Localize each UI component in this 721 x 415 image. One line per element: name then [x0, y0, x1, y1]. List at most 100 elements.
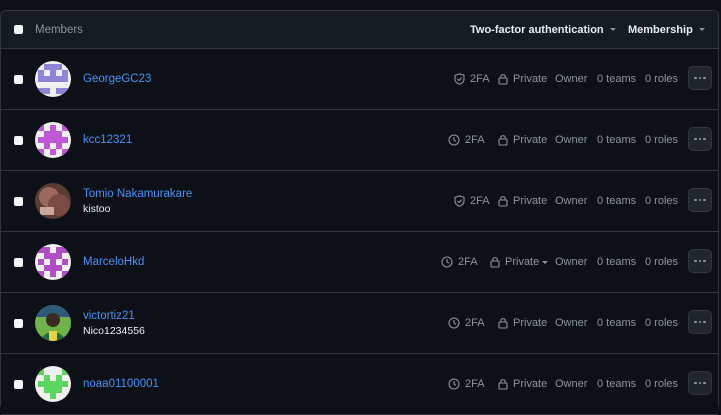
- visibility-status[interactable]: Private: [490, 232, 549, 292]
- kebab-dot: [694, 76, 697, 80]
- clock-icon: [448, 134, 460, 146]
- membership-filter-label: Membership: [628, 23, 693, 36]
- lock-icon: [498, 135, 508, 146]
- member-login-link[interactable]: victortiz21: [83, 310, 145, 322]
- role-label: Owner: [555, 134, 588, 146]
- kebab-dot: [703, 320, 706, 324]
- kebab-dot: [694, 198, 697, 202]
- teams-label: 0 teams: [597, 195, 637, 207]
- roles-label: 0 roles: [645, 134, 679, 146]
- visibility-label: Private: [513, 195, 548, 207]
- roles-label: 0 roles: [645, 256, 679, 268]
- roles-count[interactable]: 0 roles: [645, 232, 678, 292]
- member-checkbox[interactable]: [14, 136, 23, 145]
- avatar[interactable]: [35, 366, 71, 402]
- chevron-down-icon: [698, 28, 705, 31]
- member-checkbox[interactable]: [14, 258, 23, 267]
- member-login-link[interactable]: MarceloHkd: [83, 256, 144, 268]
- roles-label: 0 roles: [645, 317, 679, 329]
- more-options-button[interactable]: [688, 310, 712, 334]
- lock-icon: [498, 318, 508, 329]
- roles-count[interactable]: 0 roles: [645, 49, 678, 109]
- chevron-down-icon[interactable]: [542, 260, 549, 264]
- role-status: Owner: [555, 354, 587, 414]
- lock-icon: [498, 74, 508, 85]
- avatar[interactable]: [35, 61, 71, 97]
- select-all-checkbox[interactable]: [14, 25, 23, 34]
- kebab-dot: [698, 381, 702, 385]
- avatar[interactable]: [35, 244, 71, 280]
- teams-count[interactable]: 0 teams: [597, 110, 636, 170]
- two-factor-filter-button[interactable]: Two-factor authentication: [470, 24, 616, 36]
- member-secondary-name: Nico1234556: [83, 324, 145, 337]
- member-checkbox[interactable]: [14, 319, 23, 328]
- member-row: noaa01100001 2FA Private Owner 0 teams 0…: [1, 354, 718, 415]
- role-status: Owner: [555, 293, 587, 353]
- visibility-status: Private: [498, 354, 547, 414]
- more-options-button[interactable]: [688, 371, 712, 395]
- teams-count[interactable]: 0 teams: [597, 49, 636, 109]
- visibility-status: Private: [498, 49, 547, 109]
- avatar[interactable]: [35, 122, 71, 158]
- roles-count[interactable]: 0 roles: [645, 354, 678, 414]
- two-factor-status: 2FA: [448, 293, 485, 353]
- roles-label: 0 roles: [645, 195, 679, 207]
- clock-icon: [448, 378, 460, 390]
- role-label: Owner: [555, 195, 588, 207]
- teams-label: 0 teams: [597, 73, 637, 85]
- teams-count[interactable]: 0 teams: [597, 171, 636, 231]
- two-factor-label: 2FA: [470, 195, 490, 207]
- two-factor-label: 2FA: [470, 73, 490, 85]
- role-status: Owner: [555, 232, 587, 292]
- teams-count[interactable]: 0 teams: [597, 354, 636, 414]
- two-factor-status: 2FA: [448, 110, 485, 170]
- member-secondary-name: kistoo: [83, 202, 111, 215]
- role-label: Owner: [555, 317, 588, 329]
- roles-count[interactable]: 0 roles: [645, 110, 678, 170]
- kebab-dot: [703, 381, 706, 385]
- two-factor-status: 2FA: [454, 171, 490, 231]
- members-panel: Members Two-factor authentication Member…: [0, 10, 719, 415]
- member-names: GeorgeGC23: [83, 49, 151, 109]
- member-login-link[interactable]: noaa01100001: [83, 378, 159, 390]
- teams-count[interactable]: 0 teams: [597, 232, 636, 292]
- member-login-link[interactable]: Tomio Nakamurakare: [83, 188, 192, 200]
- roles-label: 0 roles: [645, 73, 679, 85]
- two-factor-label: 2FA: [458, 256, 478, 268]
- kebab-dot: [703, 137, 706, 141]
- visibility-status: Private: [498, 110, 547, 170]
- member-row: victortiz21 Nico1234556 2FA Private Owne…: [1, 293, 718, 354]
- member-login-link[interactable]: kcc12321: [83, 134, 132, 146]
- role-status: Owner: [555, 110, 587, 170]
- visibility-label: Private: [505, 256, 540, 268]
- member-row: GeorgeGC23 2FA Private Owner 0 teams 0 r…: [1, 49, 718, 110]
- role-label: Owner: [555, 378, 588, 390]
- more-options-button[interactable]: [688, 188, 712, 212]
- member-row: Tomio Nakamurakare kistoo 2FA Private Ow…: [1, 171, 718, 232]
- roles-count[interactable]: 0 roles: [645, 293, 678, 353]
- kebab-dot: [698, 320, 702, 324]
- visibility-label: Private: [513, 317, 548, 329]
- avatar[interactable]: [35, 305, 71, 341]
- member-checkbox[interactable]: [14, 380, 23, 389]
- member-names: Tomio Nakamurakare kistoo: [83, 171, 192, 231]
- more-options-button[interactable]: [688, 127, 712, 151]
- membership-filter-button[interactable]: Membership: [628, 24, 705, 36]
- visibility-status: Private: [498, 293, 547, 353]
- kebab-dot: [698, 76, 702, 80]
- roles-count[interactable]: 0 roles: [645, 171, 678, 231]
- chevron-down-icon: [609, 28, 616, 31]
- more-options-button[interactable]: [688, 249, 712, 273]
- member-login-link[interactable]: GeorgeGC23: [83, 73, 151, 85]
- member-row: MarceloHkd 2FA Private Owner 0 teams 0 r…: [1, 232, 718, 293]
- lock-icon: [498, 379, 508, 390]
- two-factor-label: 2FA: [465, 317, 485, 329]
- avatar[interactable]: [35, 183, 71, 219]
- teams-label: 0 teams: [597, 256, 637, 268]
- member-names: victortiz21 Nico1234556: [83, 293, 145, 353]
- teams-count[interactable]: 0 teams: [597, 293, 636, 353]
- more-options-button[interactable]: [688, 66, 712, 90]
- member-checkbox[interactable]: [14, 197, 23, 206]
- member-checkbox[interactable]: [14, 75, 23, 84]
- kebab-dot: [703, 76, 706, 80]
